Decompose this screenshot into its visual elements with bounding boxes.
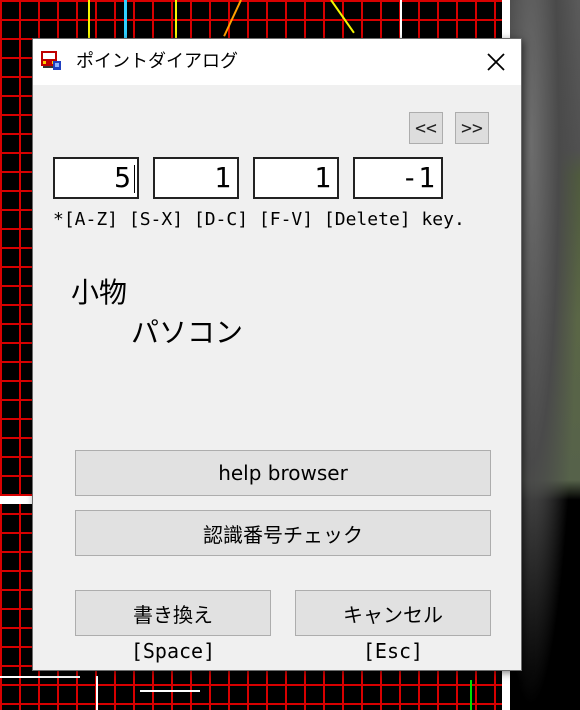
close-icon — [487, 53, 505, 71]
point-dialog: ポイントダイアログ << >> 5 1 1 -1 *[A-Z] [S-X] [D… — [33, 39, 521, 670]
point-field-4[interactable]: -1 — [353, 157, 443, 199]
cancel-shortcut-label: [Esc] — [362, 639, 424, 663]
title-bar[interactable]: ポイントダイアログ — [33, 39, 521, 85]
map-line — [175, 0, 177, 40]
map-line — [124, 0, 127, 40]
point-field-3[interactable]: 1 — [253, 157, 339, 199]
point-field-2[interactable]: 1 — [153, 157, 239, 199]
next-button[interactable]: >> — [455, 112, 489, 144]
map-line — [88, 0, 90, 40]
cancel-button[interactable]: キャンセル — [295, 590, 491, 636]
close-button[interactable] — [471, 39, 521, 85]
dialog-title: ポイントダイアログ — [76, 51, 238, 72]
train-icon — [40, 49, 62, 71]
point-field-1[interactable]: 5 — [53, 157, 139, 199]
map-line — [470, 680, 472, 710]
id-check-button[interactable]: 認識番号チェック — [75, 510, 491, 556]
category-label: 小物 — [71, 276, 128, 309]
map-line — [140, 690, 200, 692]
rewrite-shortcut-label: [Space] — [130, 639, 216, 663]
prev-button[interactable]: << — [409, 112, 443, 144]
map-line — [0, 676, 80, 678]
item-name-label: パソコン — [131, 316, 244, 349]
help-browser-button[interactable]: help browser — [75, 450, 491, 496]
map-line — [400, 0, 402, 40]
map-line — [96, 676, 98, 710]
key-hint-text: *[A-Z] [S-X] [D-C] [F-V] [Delete] key. — [53, 209, 465, 230]
rewrite-button[interactable]: 書き換え — [75, 590, 271, 636]
